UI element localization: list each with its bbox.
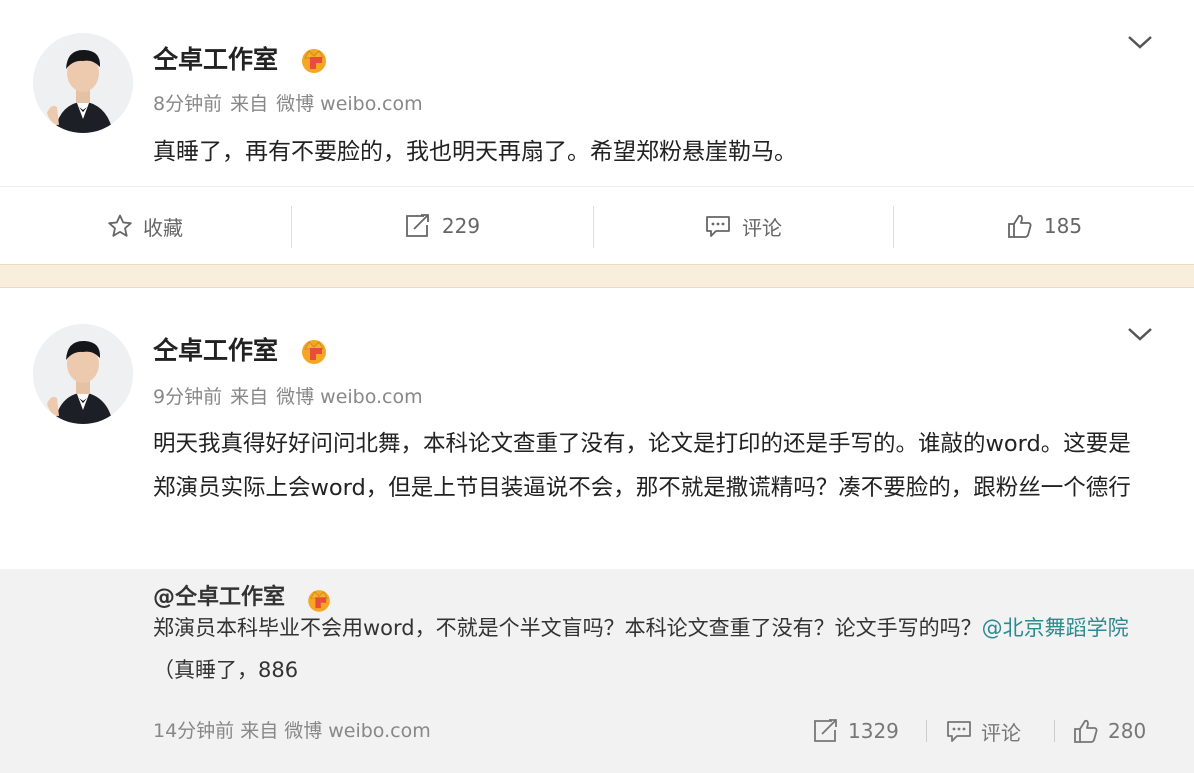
vip-crown-icon bbox=[298, 45, 330, 75]
repost-button[interactable]: 229 bbox=[292, 187, 592, 265]
repost-text: 郑演员本科毕业不会用word，不就是个半文盲吗？本科论文查重了没有？论文手写的吗… bbox=[153, 616, 982, 640]
comment-icon bbox=[706, 216, 730, 237]
action-bar: 收藏 229 评论 185 bbox=[0, 186, 1194, 265]
repost-comment-button[interactable]: 评论 bbox=[945, 711, 1021, 751]
source-prefix: 来自 bbox=[230, 93, 269, 115]
comment-button[interactable]: 评论 bbox=[594, 187, 892, 265]
username[interactable]: 仝卓工作室 bbox=[153, 336, 278, 366]
post-content: 明天我真得好好问问北舞，本科论文查重了没有，论文是打印的还是手写的。谁敲的wor… bbox=[153, 431, 1131, 501]
chevron-down-icon[interactable] bbox=[1126, 324, 1154, 344]
comment-icon bbox=[947, 721, 971, 742]
action-divider bbox=[1054, 720, 1055, 742]
repost-time: 14分钟前 bbox=[153, 720, 235, 742]
repost-content: 郑演员本科毕业不会用word，不就是个半文盲吗？本科论文查重了没有？论文手写的吗… bbox=[153, 607, 1153, 691]
chevron-down-icon[interactable] bbox=[1126, 32, 1154, 52]
action-divider bbox=[926, 720, 927, 742]
repost-card[interactable]: @仝卓工作室 郑演员本科毕业不会用word，不就是个半文盲吗？本科论文查重了没有… bbox=[0, 569, 1194, 773]
star-icon bbox=[108, 214, 132, 237]
avatar[interactable] bbox=[33, 324, 133, 424]
post-meta: 8分钟前 来自 微博 weibo.com bbox=[153, 92, 431, 116]
post-source[interactable]: 微博 weibo.com bbox=[276, 386, 423, 408]
like-icon bbox=[1008, 214, 1032, 238]
favorite-label: 收藏 bbox=[143, 215, 183, 240]
post-time: 8分钟前 bbox=[153, 93, 223, 115]
post-content: 真睡了，再有不要脸的，我也明天再扇了。希望郑粉悬崖勒马。 bbox=[153, 139, 797, 165]
repost-icon bbox=[814, 719, 837, 742]
like-button[interactable]: 185 bbox=[894, 187, 1194, 265]
repost-icon bbox=[406, 214, 429, 237]
repost-count: 229 bbox=[441, 214, 481, 238]
post-time: 9分钟前 bbox=[153, 386, 223, 408]
repost-source[interactable]: 微博 weibo.com bbox=[284, 720, 431, 742]
username[interactable]: 仝卓工作室 bbox=[153, 45, 278, 75]
avatar[interactable] bbox=[33, 33, 133, 133]
post-source[interactable]: 微博 weibo.com bbox=[276, 93, 423, 115]
comment-label: 评论 bbox=[742, 215, 782, 240]
repost-repost-count: 1329 bbox=[848, 719, 899, 743]
like-icon bbox=[1074, 719, 1098, 743]
repost-text-after: （真睡了，886 bbox=[153, 658, 299, 682]
source-prefix: 来自 bbox=[240, 720, 279, 742]
source-prefix: 来自 bbox=[230, 386, 269, 408]
repost-like-count: 280 bbox=[1108, 719, 1147, 743]
favorite-button[interactable]: 收藏 bbox=[0, 187, 290, 265]
weibo-post: 仝卓工作室 9分钟前 来自 微博 weibo.com 明天我真得好好问问北舞，本科论… bbox=[0, 288, 1194, 773]
mention-link[interactable]: @北京舞蹈学院 bbox=[982, 616, 1129, 640]
post-meta: 9分钟前 来自 微博 weibo.com bbox=[153, 385, 431, 409]
repost-comment-label: 评论 bbox=[981, 720, 1021, 745]
feed-separator bbox=[0, 264, 1194, 288]
repost-meta: 14分钟前 来自 微博 weibo.com bbox=[153, 711, 437, 751]
vip-crown-icon bbox=[298, 336, 330, 366]
weibo-post: 仝卓工作室 8分钟前 来自 微博 weibo.com 真睡了，再有不要脸的，我也明天… bbox=[0, 0, 1194, 264]
like-count: 185 bbox=[1043, 214, 1083, 238]
repost-repost-button[interactable]: 1329 bbox=[812, 711, 899, 751]
repost-like-button[interactable]: 280 bbox=[1072, 711, 1146, 751]
